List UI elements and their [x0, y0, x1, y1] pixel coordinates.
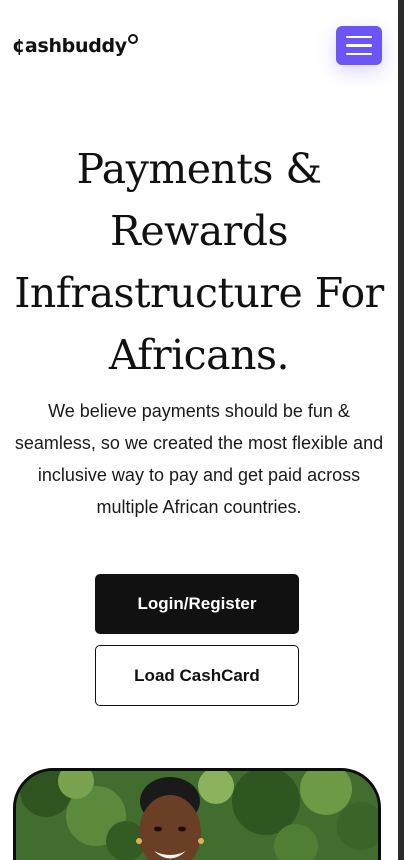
hero-description: We believe payments should be fun & seam…	[14, 401, 384, 517]
hamburger-menu-icon-bar	[346, 52, 372, 56]
hero-title-line: Africans.	[108, 331, 290, 379]
hero-title-line: Infrastructure For	[14, 269, 384, 317]
window-scrollbar[interactable]	[398, 0, 404, 860]
woman-portrait-image	[16, 771, 378, 860]
logo-registered-mark	[127, 34, 138, 44]
page-viewport: ¢ashbuddy Payments & Rewards Infrastruct…	[0, 0, 398, 860]
hero-title: Payments & Rewards Infrastructure For Af…	[0, 138, 398, 386]
hero-photo	[13, 768, 381, 860]
hamburger-menu-icon-bar	[346, 44, 372, 47]
hero-title-line: Rewards	[109, 207, 289, 255]
login-register-button[interactable]: Login/Register	[95, 574, 299, 634]
site-header: ¢ashbuddy	[0, 0, 398, 92]
cashbuddy-logo[interactable]: ¢ashbuddy	[12, 30, 138, 62]
hero-title-line: Payments &	[76, 145, 322, 193]
menu-toggle-button[interactable]	[336, 26, 382, 65]
load-cashcard-button[interactable]: Load CashCard	[95, 645, 299, 706]
hamburger-menu-icon-bar	[346, 35, 372, 39]
logo-wordmark: ¢ashbuddy	[12, 35, 127, 57]
